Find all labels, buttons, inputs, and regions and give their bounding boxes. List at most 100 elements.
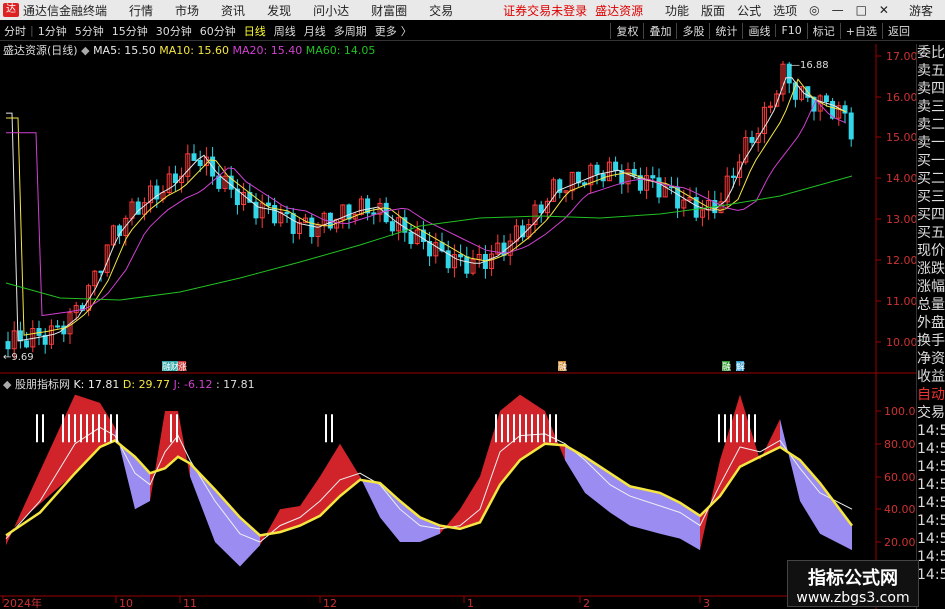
date-tick: 3	[703, 597, 710, 609]
panel-row[interactable]: 买二	[917, 170, 945, 188]
date-tick: 12	[323, 597, 337, 609]
panel-row[interactable]: 卖四	[917, 80, 945, 98]
panel-row[interactable]: 净资	[917, 350, 945, 368]
panel-row[interactable]: 14:56	[917, 548, 945, 566]
overbought-bar	[754, 414, 756, 443]
kdj-tick: 60.00	[884, 471, 916, 484]
kdj-extra: : 17.81	[215, 378, 255, 391]
panel-row[interactable]: 买五	[917, 224, 945, 242]
panel-row[interactable]: 14:56	[917, 494, 945, 512]
candle-body	[216, 175, 222, 189]
candlestick-series	[5, 61, 854, 359]
kdj-name: 股朋指标网	[14, 378, 70, 391]
settings-icon[interactable]: ◆	[3, 378, 11, 391]
candle-body	[823, 95, 829, 102]
candle-body	[656, 177, 662, 198]
panel-row[interactable]: 14:56	[917, 440, 945, 458]
price-tick: 13.00	[886, 213, 916, 226]
panel-row[interactable]: 涨幅	[917, 278, 945, 296]
panel-row[interactable]: 收益	[917, 368, 945, 386]
event-label: 涨	[178, 362, 187, 373]
candle-body	[197, 159, 203, 167]
price-tick: 16.00	[886, 91, 916, 104]
overbought-bar	[736, 414, 738, 443]
candle-body	[17, 330, 23, 342]
panel-row[interactable]: 14:56	[917, 512, 945, 530]
panel-row[interactable]: 卖五	[917, 62, 945, 80]
overbought-bar	[495, 414, 497, 443]
candle-body	[730, 175, 736, 178]
overbought-bar	[110, 414, 112, 443]
overbought-bar	[537, 414, 539, 443]
overbought-bar	[116, 414, 118, 443]
event-label: 解	[736, 361, 745, 373]
panel-row[interactable]: 外盘	[917, 314, 945, 332]
overbought-bar	[724, 414, 726, 443]
kdj-fill	[440, 509, 460, 534]
candle-body	[55, 325, 61, 328]
kdj-indicator	[5, 394, 853, 567]
panel-row[interactable]: 自动	[917, 386, 945, 404]
kdj-fill	[780, 419, 800, 502]
kdj-tick: 80.00	[884, 438, 916, 451]
overbought-bar	[519, 414, 521, 443]
candle-body	[389, 221, 395, 232]
candle-body	[24, 340, 30, 348]
candle-body	[464, 256, 470, 274]
panel-row[interactable]: 14:56	[917, 422, 945, 440]
watermark: 指标公式网 www.zbgs3.com	[787, 560, 919, 607]
kdj-tick: 20.00	[884, 536, 916, 549]
panel-row[interactable]: 卖一	[917, 134, 945, 152]
candle-body	[290, 213, 296, 234]
quote-panel: 委比 卖五 卖四 卖三 卖二 卖一 买一 买二 买三 买四 买五 现价 涨跌 涨幅 总量 外盘 换手 净资 收益 自动…	[916, 44, 945, 609]
candle-body	[309, 217, 315, 238]
overbought-bar	[170, 414, 172, 443]
price-chart[interactable]: 17.00 16.00 15.00 14.00 13.00 12.00 11.00 10.00…	[0, 0, 916, 609]
kdj-fill	[6, 492, 30, 546]
kdj-fill	[630, 486, 660, 534]
panel-row[interactable]: 换手	[917, 332, 945, 350]
overbought-bar	[68, 414, 70, 443]
panel-row[interactable]: 涨跌	[917, 260, 945, 278]
candle-body	[594, 164, 600, 175]
kdj-fill	[660, 492, 680, 539]
panel-row[interactable]: 买一	[917, 152, 945, 170]
panel-row[interactable]: 卖三	[917, 98, 945, 116]
overbought-bar	[86, 414, 88, 443]
candle-body	[408, 231, 414, 245]
price-tick: 10.00	[886, 336, 916, 349]
panel-row[interactable]: 交易	[917, 404, 945, 422]
panel-row[interactable]: 14:56	[917, 530, 945, 548]
event-label: 融	[558, 362, 567, 373]
panel-row[interactable]: 14:56	[917, 476, 945, 494]
overbought-bar	[98, 414, 100, 443]
price-tick: 12.00	[886, 254, 916, 267]
overbought-bar	[718, 414, 720, 443]
overbought-bar	[331, 414, 333, 443]
price-tick: 11.00	[886, 295, 916, 308]
kdj-k: K: 17.81	[73, 378, 120, 391]
panel-row[interactable]: 买四	[917, 206, 945, 224]
panel-row[interactable]: 14:56	[917, 566, 945, 584]
kdj-tick: 100.00	[884, 405, 916, 418]
panel-row[interactable]: 买三	[917, 188, 945, 206]
overbought-bar	[730, 414, 732, 443]
overbought-bar	[36, 414, 38, 443]
kdj-fill	[820, 483, 852, 551]
panel-row[interactable]: 委比	[917, 44, 945, 62]
panel-row[interactable]: 卖二	[917, 116, 945, 134]
price-tick: 17.00	[886, 50, 916, 63]
overbought-bar	[92, 414, 94, 443]
panel-row[interactable]: 现价	[917, 242, 945, 260]
panel-row[interactable]: 总量	[917, 296, 945, 314]
overbought-bar	[742, 414, 744, 443]
overbought-bar	[513, 414, 515, 443]
candle-body	[848, 112, 854, 140]
panel-row[interactable]: 14:56	[917, 458, 945, 476]
watermark-title: 指标公式网	[808, 568, 898, 589]
price-tick: 15.00	[886, 131, 916, 144]
event-label: 融	[722, 362, 731, 373]
overbought-bar	[62, 414, 64, 443]
overbought-bar	[531, 414, 533, 443]
kdj-fill	[400, 501, 420, 542]
